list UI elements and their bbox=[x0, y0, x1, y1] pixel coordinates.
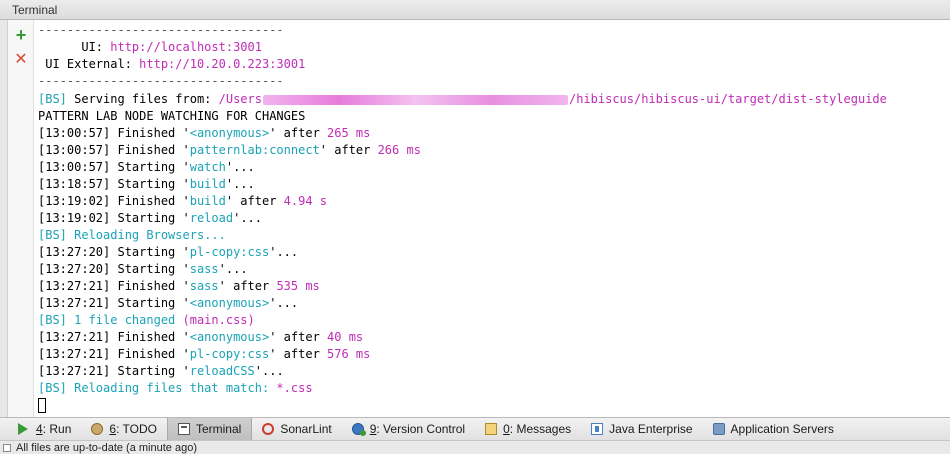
serving-line: [BS] Serving files from: /Users/hibiscus… bbox=[38, 92, 887, 106]
ui-line: UI: http://localhost:3001 bbox=[38, 40, 262, 54]
tool-window-bar: 4: Run 6: TODO Terminal SonarLint 9: Ver… bbox=[0, 417, 950, 440]
left-edge-strip bbox=[0, 20, 8, 417]
ui-external-url[interactable]: http://10.20.0.223:3001 bbox=[139, 57, 305, 71]
tool-window-application-servers[interactable]: Application Servers bbox=[703, 418, 844, 440]
status-bar: All files are up-to-date (a minute ago) bbox=[0, 440, 950, 454]
tool-window-java-enterprise[interactable]: Java Enterprise bbox=[581, 418, 702, 440]
file-changed-line: [BS] 1 file changed (main.css) bbox=[38, 313, 255, 327]
tool-window-messages[interactable]: 0: Messages bbox=[475, 418, 581, 440]
java-enterprise-icon bbox=[591, 423, 604, 435]
tool-window-header: Terminal bbox=[0, 0, 950, 20]
terminal-output[interactable]: ---------------------------------- UI: h… bbox=[34, 22, 950, 416]
tool-window-terminal[interactable]: Terminal bbox=[166, 418, 253, 440]
tool-window-sonarlint[interactable]: SonarLint bbox=[252, 418, 341, 440]
log-line: [13:00:57] Finished 'patternlab:connect'… bbox=[38, 143, 421, 157]
log-line: [13:27:21] Finished '<anonymous>' after … bbox=[38, 330, 364, 344]
log-line: [13:00:57] Starting 'watch'... bbox=[38, 160, 255, 174]
close-session-button[interactable]: ✕ bbox=[12, 51, 30, 69]
sonarlint-icon bbox=[262, 423, 275, 435]
terminal-side-toolbar: + ✕ bbox=[8, 20, 34, 417]
prompt-line[interactable] bbox=[38, 397, 46, 414]
application-servers-icon bbox=[712, 423, 725, 435]
tool-window-run[interactable]: 4: Run bbox=[8, 418, 81, 440]
ui-external-line: UI External: http://10.20.0.223:3001 bbox=[38, 57, 306, 71]
run-icon bbox=[18, 423, 30, 435]
separator-line: ---------------------------------- bbox=[38, 74, 284, 88]
log-line: [13:18:57] Starting 'build'... bbox=[38, 177, 255, 191]
reloading-files-line: [BS] Reloading files that match: *.css bbox=[38, 381, 313, 395]
log-line: [13:19:02] Finished 'build' after 4.94 s bbox=[38, 194, 328, 208]
separator-line: ---------------------------------- bbox=[38, 23, 284, 37]
tool-window-title: Terminal bbox=[12, 3, 58, 17]
todo-icon bbox=[91, 423, 104, 435]
status-text: All files are up-to-date (a minute ago) bbox=[16, 442, 197, 454]
log-line: [13:27:21] Starting '<anonymous>'... bbox=[38, 296, 299, 310]
log-line: [13:27:21] Starting 'reloadCSS'... bbox=[38, 364, 284, 378]
redacted-path-segment bbox=[262, 94, 568, 105]
tool-window-todo[interactable]: 6: TODO bbox=[81, 418, 167, 440]
log-line: [13:27:20] Starting 'sass'... bbox=[38, 262, 248, 276]
new-session-button[interactable]: + bbox=[12, 26, 30, 44]
status-toggle-icon[interactable] bbox=[3, 444, 11, 452]
watching-line: PATTERN LAB NODE WATCHING FOR CHANGES bbox=[38, 109, 306, 123]
ui-url[interactable]: http://localhost:3001 bbox=[110, 40, 262, 54]
messages-icon bbox=[485, 423, 498, 435]
log-line: [13:27:20] Starting 'pl-copy:css'... bbox=[38, 245, 299, 259]
tool-window-version-control[interactable]: 9: Version Control bbox=[342, 418, 475, 440]
reloading-browsers-line: [BS] Reloading Browsers... bbox=[38, 228, 226, 242]
terminal-cursor bbox=[38, 398, 46, 413]
version-control-icon bbox=[351, 423, 366, 436]
log-line: [13:19:02] Starting 'reload'... bbox=[38, 211, 262, 225]
log-line: [13:27:21] Finished 'pl-copy:css' after … bbox=[38, 347, 371, 361]
terminal-icon bbox=[177, 423, 190, 435]
log-line: [13:00:57] Finished '<anonymous>' after … bbox=[38, 126, 371, 140]
log-line: [13:27:21] Finished 'sass' after 535 ms bbox=[38, 279, 320, 293]
